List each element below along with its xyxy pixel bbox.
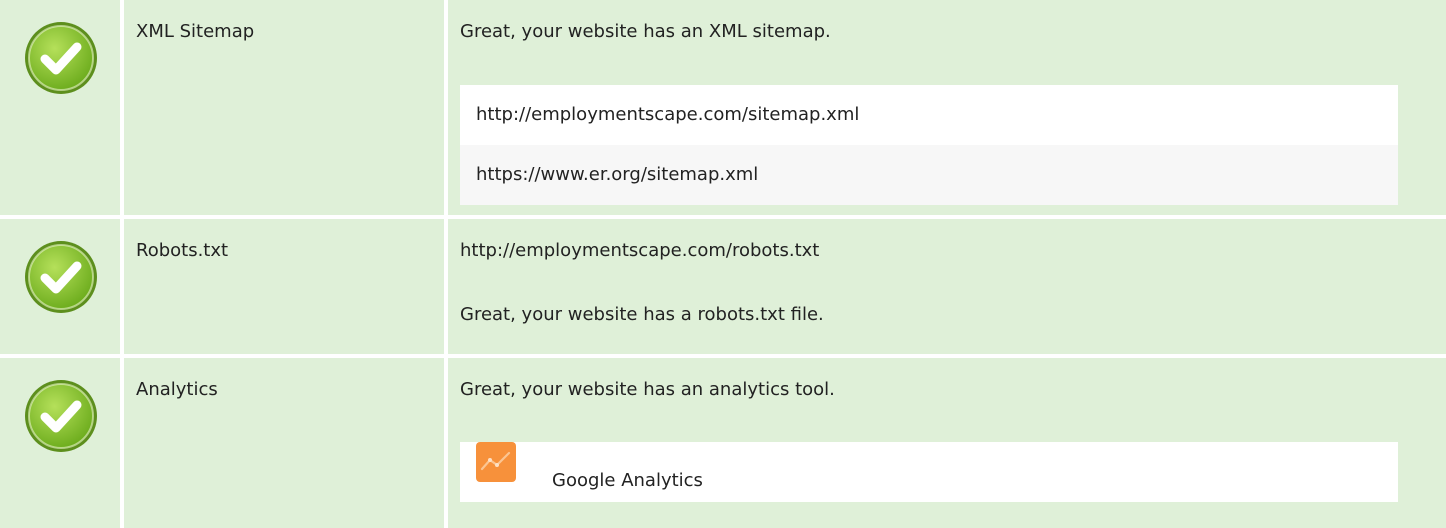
sitemap-list: http://employmentscape.com/sitemap.xml h… bbox=[460, 85, 1398, 205]
status-cell bbox=[0, 358, 120, 528]
sitemap-url[interactable]: https://www.er.org/sitemap.xml bbox=[476, 163, 758, 187]
status-cell bbox=[0, 0, 120, 215]
list-item: http://employmentscape.com/sitemap.xml bbox=[460, 85, 1398, 145]
list-item: Google Analytics bbox=[460, 442, 1398, 502]
check-icon bbox=[25, 380, 97, 452]
check-icon bbox=[25, 22, 97, 94]
check-name-cell: Robots.txt bbox=[124, 219, 444, 354]
list-item: https://www.er.org/sitemap.xml bbox=[460, 145, 1398, 205]
google-analytics-icon bbox=[476, 442, 516, 482]
check-detail-cell: http://employmentscape.com/robots.txt Gr… bbox=[448, 219, 1446, 354]
check-message: Great, your website has a robots.txt fil… bbox=[460, 304, 824, 325]
check-message: Great, your website has an analytics too… bbox=[460, 379, 835, 400]
check-detail-cell: Great, your website has an XML sitemap. … bbox=[448, 0, 1446, 215]
check-name: XML Sitemap bbox=[136, 21, 255, 42]
check-detail-cell: Great, your website has an analytics too… bbox=[448, 358, 1446, 528]
check-icon bbox=[25, 241, 97, 313]
sitemap-url[interactable]: http://employmentscape.com/sitemap.xml bbox=[476, 103, 859, 127]
check-row-analytics: Analytics Great, your website has an ana… bbox=[0, 358, 1446, 528]
check-name: Analytics bbox=[136, 379, 218, 400]
analytics-tool-name: Google Analytics bbox=[552, 470, 703, 491]
check-name: Robots.txt bbox=[136, 240, 229, 261]
check-row-robots: Robots.txt http://employmentscape.com/ro… bbox=[0, 219, 1446, 354]
check-message: Great, your website has an XML sitemap. bbox=[460, 21, 831, 42]
check-row-xml-sitemap: XML Sitemap Great, your website has an X… bbox=[0, 0, 1446, 215]
check-name-cell: XML Sitemap bbox=[124, 0, 444, 215]
check-name-cell: Analytics bbox=[124, 358, 444, 528]
robots-url[interactable]: http://employmentscape.com/robots.txt bbox=[460, 239, 819, 263]
status-cell bbox=[0, 219, 120, 354]
